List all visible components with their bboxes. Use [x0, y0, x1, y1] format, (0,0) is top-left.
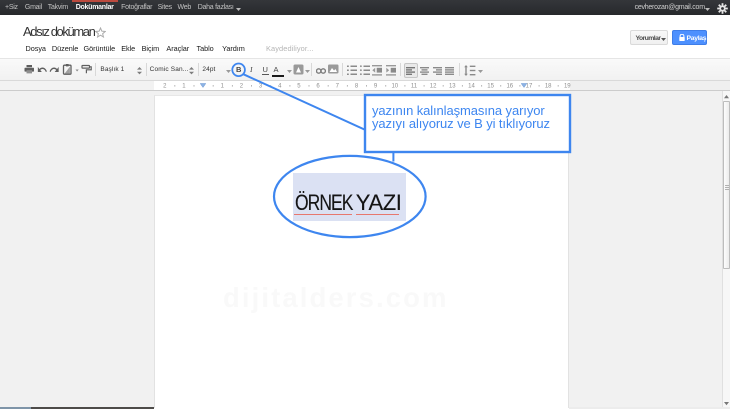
svg-text:12: 12: [430, 84, 437, 90]
svg-text:16: 16: [506, 84, 513, 90]
svg-text:10: 10: [391, 84, 398, 90]
svg-text:15: 15: [487, 84, 494, 90]
svg-text:19: 19: [564, 84, 571, 90]
svg-text:18: 18: [545, 84, 552, 90]
svg-text:13: 13: [449, 84, 456, 90]
svg-text:11: 11: [411, 84, 418, 90]
svg-text:17: 17: [526, 84, 533, 90]
svg-text:14: 14: [468, 84, 475, 90]
